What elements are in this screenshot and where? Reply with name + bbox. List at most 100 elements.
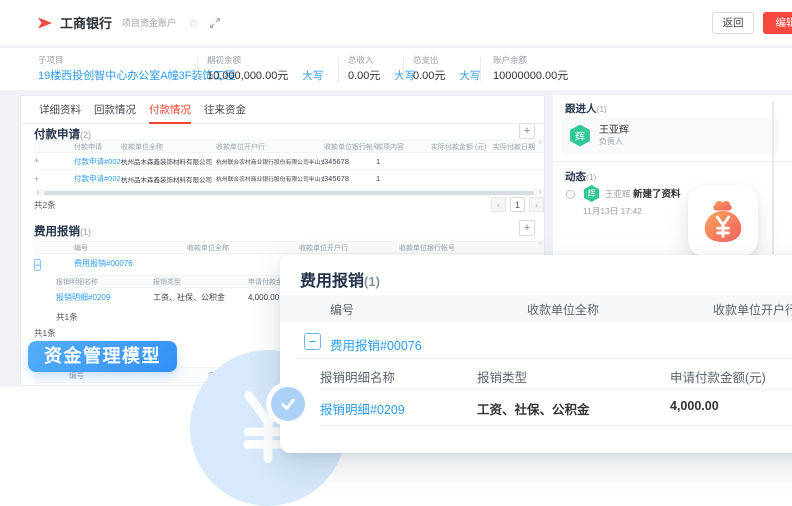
field-label: 总收入 bbox=[348, 54, 374, 66]
column-header: 收款单位开户行 bbox=[216, 142, 324, 152]
page-number[interactable]: 1 bbox=[510, 197, 525, 212]
money-bag-card[interactable] bbox=[688, 186, 758, 256]
column-header: 编号 bbox=[54, 243, 187, 253]
account-cell: 345678 bbox=[324, 157, 376, 166]
tab-bar: 详细资料 回款情况 付款情况 往来资金 bbox=[21, 96, 544, 124]
page-subtitle: 项目资金账户 bbox=[122, 16, 176, 29]
activity-section-title: 动态(1) bbox=[565, 169, 596, 184]
divider bbox=[338, 57, 339, 82]
expense-table-header: 编号 收款单位全称 收款单位开户行 收款单位银行帐号 ^ bbox=[34, 241, 544, 254]
payment-request-link[interactable]: 付款申请#00274 bbox=[54, 156, 121, 167]
favorite-star-icon[interactable]: ☆ bbox=[188, 16, 199, 30]
expense-type-cell: 工资、社保、公积金 bbox=[477, 399, 590, 418]
column-header: 收款单位全称 bbox=[187, 243, 299, 253]
follower-card[interactable]: 辉 王亚辉 负责人 bbox=[561, 118, 779, 153]
column-header: 付款申请 bbox=[54, 142, 121, 152]
return-button[interactable]: 返回 bbox=[712, 12, 754, 34]
collapse-row-icon[interactable]: − bbox=[304, 333, 321, 350]
expand-row-icon[interactable]: + bbox=[34, 156, 54, 166]
divider bbox=[480, 57, 481, 82]
column-header: 报销明细名称 bbox=[56, 277, 153, 287]
expense-total-count: 共1条 bbox=[34, 327, 56, 339]
divider bbox=[320, 425, 792, 426]
field-value: 10000000.00元 bbox=[493, 67, 568, 83]
field-label: 子项目 bbox=[38, 54, 64, 66]
content-cell: 1 bbox=[376, 157, 431, 166]
overlay-title: 费用报销(1) bbox=[300, 267, 380, 291]
page-margin bbox=[0, 95, 20, 386]
column-header: 报销类型 bbox=[477, 367, 527, 386]
divider bbox=[403, 57, 404, 82]
expense-type-cell: 工资、社保、公积金 bbox=[153, 292, 248, 303]
payment-request-footer: 共2条 ‹ 1 › bbox=[34, 197, 544, 212]
expand-icon[interactable] bbox=[209, 17, 221, 29]
expense-link[interactable]: 费用报销#00076 bbox=[330, 335, 422, 354]
column-header: 报销类型 bbox=[153, 277, 248, 287]
model-badge: 资金管理模型 bbox=[28, 341, 177, 372]
column-header: 报销明细名称 bbox=[320, 367, 395, 386]
field-value: 0.00元大写 bbox=[348, 67, 415, 83]
add-expense-button[interactable]: + bbox=[519, 220, 535, 236]
expense-link[interactable]: 费用报销#00076 bbox=[54, 258, 187, 269]
payment-request-row[interactable]: + 付款申请#00274 杭州品木森鑫装饰材料有限公司 杭州联合农村商业银行股份… bbox=[34, 153, 544, 170]
field-value: 0.00元大写 bbox=[413, 67, 480, 83]
edit-button[interactable]: 编辑 bbox=[763, 12, 792, 34]
money-bag-icon bbox=[700, 198, 746, 244]
expense-section-title: 费用报销(1) bbox=[34, 223, 91, 239]
column-header: 实际付款日期 bbox=[493, 142, 544, 152]
total-count: 共2条 bbox=[34, 199, 56, 211]
collapse-row-icon[interactable]: − bbox=[34, 259, 41, 271]
caps-link[interactable]: 大写 bbox=[302, 70, 323, 82]
scrollbar-thumb[interactable] bbox=[44, 191, 534, 195]
column-header: 收款单位银行帐号 bbox=[324, 142, 376, 152]
check-icon bbox=[277, 393, 299, 415]
tab-transactions[interactable]: 往来资金 bbox=[204, 96, 246, 124]
column-header: 收款单位开户行 bbox=[299, 243, 399, 253]
expense-amount-cell: 4,000.00 bbox=[670, 399, 719, 413]
add-payment-request-button[interactable]: + bbox=[519, 123, 535, 139]
pagination: ‹ 1 › bbox=[491, 197, 544, 212]
avatar: 辉 bbox=[569, 125, 591, 147]
scroll-up-icon[interactable]: ^ bbox=[539, 242, 542, 249]
tab-details[interactable]: 详细资料 bbox=[39, 96, 81, 124]
column-header: 收款单位开户行 bbox=[713, 301, 792, 318]
timeline-dot bbox=[566, 190, 575, 199]
company-cell: 杭州品木森鑫装饰材料有限公司 bbox=[121, 156, 216, 166]
follower-name: 王亚辉 bbox=[599, 125, 629, 137]
tab-payment[interactable]: 付款情况 bbox=[149, 96, 191, 124]
expense-zoom-card: 费用报销(1) 编号 收款单位全称 收款单位开户行 − 费用报销#00076 报… bbox=[280, 255, 792, 453]
subproject-link[interactable]: 19楼西投创智中心办公室A幢3F装饰工程 bbox=[38, 67, 235, 83]
expense-detail-link[interactable]: 报销明细#0209 bbox=[320, 399, 405, 418]
bank-cell: 杭州联合农村商业银行股份有限公司半山支行 bbox=[216, 157, 324, 166]
activity-avatar: 辉 bbox=[583, 185, 600, 202]
app-header: 工商银行 项目资金账户 ☆ 返回 编辑 bbox=[0, 0, 792, 45]
page-title: 工商银行 bbox=[60, 13, 112, 32]
payment-request-row[interactable]: + 付款申请#00272 杭州品木森鑫装饰材料有限公司 杭州联合农村商业银行股份… bbox=[34, 170, 544, 187]
horizontal-scrollbar[interactable]: ‹ › bbox=[34, 189, 544, 196]
scroll-up-icon[interactable]: ^ bbox=[539, 141, 542, 148]
activity-time: 11月13日 17:42 bbox=[583, 205, 642, 217]
next-page-button[interactable]: › bbox=[529, 197, 544, 212]
scroll-right-icon[interactable]: › bbox=[536, 189, 544, 196]
column-header: 款项内容 bbox=[376, 142, 431, 152]
expense-detail-link[interactable]: 报销明细#0209 bbox=[56, 292, 153, 303]
divider bbox=[320, 389, 792, 390]
field-label: 账户余额 bbox=[493, 54, 527, 66]
payment-request-link[interactable]: 付款申请#00272 bbox=[54, 173, 121, 184]
caps-link[interactable]: 大写 bbox=[459, 70, 480, 82]
payment-request-table-header: 付款申请 收款单位全称 收款单位开户行 收款单位银行帐号 款项内容 实际付款金额… bbox=[34, 140, 544, 153]
overlay-table-header: 编号 收款单位全称 收款单位开户行 bbox=[280, 295, 792, 322]
column-header: 编号 bbox=[330, 301, 354, 318]
activity-user[interactable]: 王亚辉 bbox=[605, 188, 631, 200]
back-arrow-icon[interactable] bbox=[38, 17, 52, 29]
followers-section-title: 跟进人(1) bbox=[565, 101, 607, 116]
prev-page-button[interactable]: ‹ bbox=[491, 197, 506, 212]
tab-repayment[interactable]: 回款情况 bbox=[94, 96, 136, 124]
activity-action: 新建了资料 bbox=[633, 186, 681, 200]
divider bbox=[296, 358, 792, 359]
expand-row-icon[interactable]: + bbox=[34, 174, 54, 184]
divider bbox=[553, 161, 792, 162]
sidebar-scrollbar[interactable] bbox=[772, 101, 774, 259]
scroll-left-icon[interactable]: ‹ bbox=[34, 189, 42, 196]
follower-role: 负责人 bbox=[599, 137, 629, 147]
